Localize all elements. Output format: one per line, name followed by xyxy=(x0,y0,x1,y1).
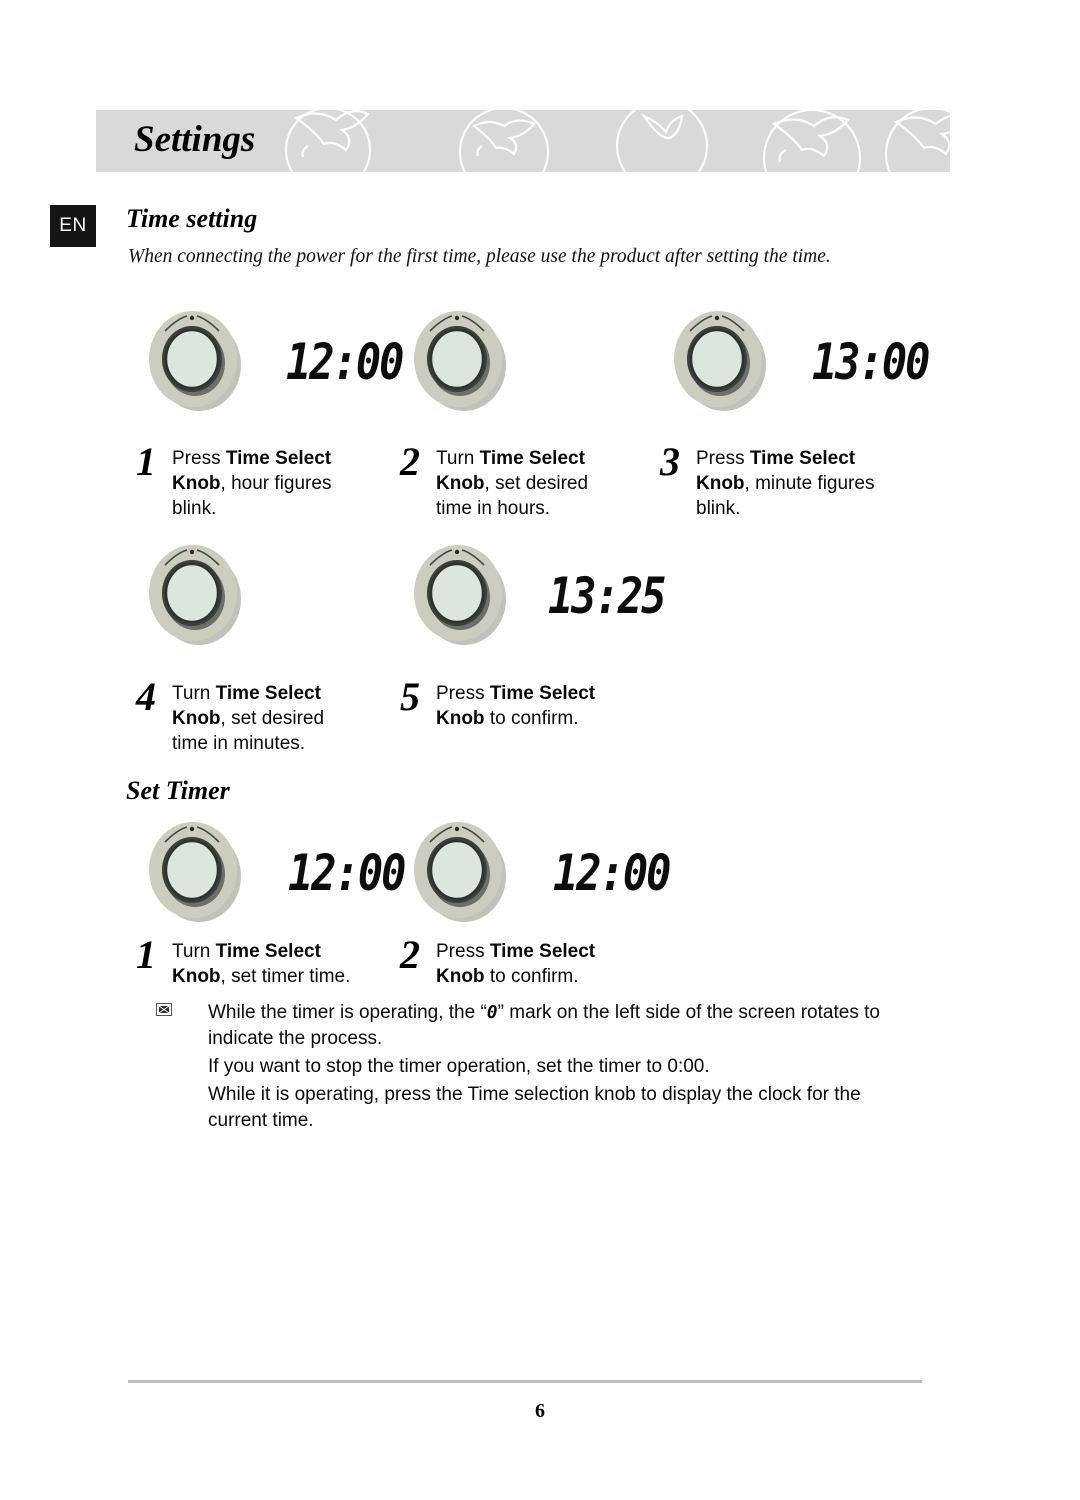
step-number: 1 xyxy=(136,932,156,977)
step-bold-term: Time Select xyxy=(215,941,321,962)
step-bold-knob: Knob xyxy=(172,966,221,987)
step-number: 2 xyxy=(400,439,420,484)
oven-control-knob[interactable] xyxy=(668,303,772,415)
step-item: 3 Press Time Select Knob, minute figures… xyxy=(660,439,920,521)
step-bold-term: Time Select xyxy=(489,941,596,962)
step-line2-rest: to confirm. xyxy=(484,966,579,987)
note-paragraph: While the timer is operating, the “0” ma… xyxy=(208,1000,916,1052)
step-action: Turn xyxy=(172,941,216,962)
step-bold-term: Time Select xyxy=(225,448,332,469)
step-bold-knob: Knob xyxy=(436,473,485,494)
step-bold-term: Time Select xyxy=(215,683,321,704)
notes-block: While the timer is operating, the “0” ma… xyxy=(156,1000,916,1136)
oven-control-knob[interactable] xyxy=(143,303,247,415)
step-text: Turn Time Select Knob, set desired time … xyxy=(436,443,588,521)
note-pre: While the timer is operating, the “ xyxy=(208,1002,487,1023)
step-action: Press xyxy=(172,448,226,469)
step-number: 3 xyxy=(660,439,680,484)
step-item: 5 Press Time Select Knob to confirm. xyxy=(400,674,650,731)
step-bold-term: Time Select xyxy=(489,683,596,704)
step-item: 1 Press Time Select Knob, hour figures b… xyxy=(136,439,386,521)
section-heading-time-setting: Time setting xyxy=(126,204,258,233)
step-text: Press Time Select Knob to confirm. xyxy=(436,678,595,731)
section-heading-set-timer: Set Timer xyxy=(126,776,230,805)
step-line3: time in hours. xyxy=(436,498,551,519)
step-item: 4 Turn Time Select Knob, set desired tim… xyxy=(136,674,386,756)
step-line2-rest: , set desired xyxy=(484,473,589,494)
step-action: Press xyxy=(696,448,750,469)
step-line3: blink. xyxy=(696,498,741,519)
step-line2-rest: , set timer time. xyxy=(220,966,351,987)
step-action: Turn xyxy=(436,448,480,469)
step-item: 2 Turn Time Select Knob, set desired tim… xyxy=(400,439,650,521)
step-number: 5 xyxy=(400,674,420,719)
step-action: Press xyxy=(436,683,490,704)
step-bold-term: Time Select xyxy=(749,448,856,469)
note-body: While the timer is operating, the “0” ma… xyxy=(208,1000,916,1136)
step-text: Press Time Select Knob, minute figures b… xyxy=(696,443,874,521)
step-bold-term: Time Select xyxy=(479,448,585,469)
note-paragraph: While it is operating, press the Time se… xyxy=(208,1084,861,1131)
step-text: Press Time Select Knob, hour figures bli… xyxy=(172,443,331,521)
step-action: Press xyxy=(436,941,490,962)
step-text: Turn Time Select Knob, set timer time. xyxy=(172,936,350,989)
footer-divider xyxy=(128,1380,922,1383)
step-bold-knob: Knob xyxy=(436,966,485,987)
time-setting-intro: When connecting the power for the first … xyxy=(128,246,831,267)
oven-control-knob[interactable] xyxy=(143,537,247,649)
page-title: Settings xyxy=(134,119,256,160)
step-line2-rest: , set desired xyxy=(220,708,325,729)
lcd-display: 12:00 xyxy=(553,844,671,902)
step-line2-rest: , minute figures xyxy=(744,473,875,494)
step-bold-knob: Knob xyxy=(172,473,221,494)
lcd-display: 13:25 xyxy=(548,567,666,625)
step-text: Turn Time Select Knob, set desired time … xyxy=(172,678,324,756)
step-action: Turn xyxy=(172,683,216,704)
step-line3: blink. xyxy=(172,498,217,519)
step-line2-rest: , hour figures xyxy=(220,473,332,494)
oven-control-knob[interactable] xyxy=(143,814,247,926)
lcd-rotate-mark: 0 xyxy=(486,1002,498,1023)
step-bold-knob: Knob xyxy=(436,708,485,729)
step-number: 1 xyxy=(136,439,156,484)
lcd-display: 12:00 xyxy=(288,844,406,902)
step-number: 2 xyxy=(400,932,420,977)
oven-control-knob[interactable] xyxy=(408,303,512,415)
lcd-display: 13:00 xyxy=(812,333,930,391)
step-line3: time in minutes. xyxy=(172,733,306,754)
step-bold-knob: Knob xyxy=(172,708,221,729)
step-bold-knob: Knob xyxy=(696,473,745,494)
step-text: Press Time Select Knob to confirm. xyxy=(436,936,595,989)
oven-control-knob[interactable] xyxy=(408,814,512,926)
step-item: 1 Turn Time Select Knob, set timer time. xyxy=(136,932,396,989)
step-item: 2 Press Time Select Knob to confirm. xyxy=(400,932,660,989)
oven-control-knob[interactable] xyxy=(408,537,512,649)
language-badge: EN xyxy=(50,205,96,247)
note-marker-icon xyxy=(156,1000,208,1016)
note-paragraph: If you want to stop the timer operation,… xyxy=(208,1056,710,1077)
lcd-display: 12:00 xyxy=(286,333,404,391)
step-number: 4 xyxy=(136,674,156,719)
step-line2-rest: to confirm. xyxy=(484,708,579,729)
page-number: 6 xyxy=(535,1400,545,1422)
